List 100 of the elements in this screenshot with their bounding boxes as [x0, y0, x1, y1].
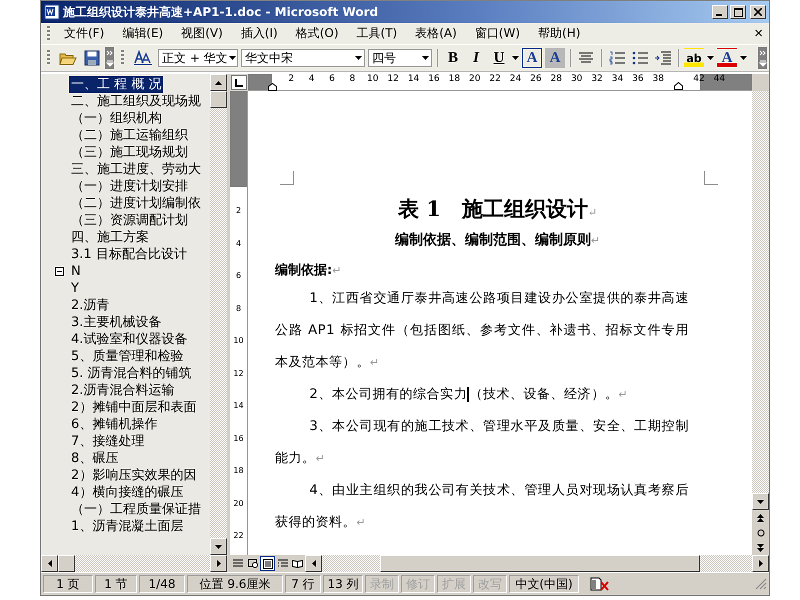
document-map-item[interactable]: 四、施工方案: [69, 229, 151, 246]
maximize-icon[interactable]: [734, 8, 742, 16]
right-arrow-icon[interactable]: [216, 560, 220, 567]
menu-grip[interactable]: [47, 26, 50, 42]
left-arrow-icon[interactable]: [48, 560, 52, 567]
right-arrow-icon[interactable]: [758, 560, 762, 567]
ruler-number: 4: [236, 238, 242, 250]
document-map-item[interactable]: 2.沥青: [69, 297, 112, 314]
center-align-icon[interactable]: [578, 51, 594, 65]
numbered-list-icon[interactable]: [609, 51, 625, 65]
menu-item[interactable]: 格式(O): [288, 25, 347, 42]
menu-item[interactable]: 文件(F): [56, 25, 112, 42]
bullet-list-icon[interactable]: [632, 51, 648, 65]
scroll-down-button[interactable]: [210, 538, 227, 555]
menu-item[interactable]: 窗口(W): [466, 25, 528, 42]
font-size-dropdown[interactable]: 四号: [368, 49, 432, 67]
document-map-item[interactable]: （三）资源调配计划: [69, 212, 190, 229]
document-map-item[interactable]: （一）进度计划安排: [69, 178, 190, 195]
scroll-up-button[interactable]: [210, 74, 227, 91]
underline-button[interactable]: U: [489, 48, 509, 68]
toolbar-options-button[interactable]: [105, 47, 114, 69]
ruler-number: 6: [328, 74, 336, 86]
paragraph-text: 2、本公司拥有的综合实力: [309, 387, 468, 402]
document-map-item[interactable]: 2）摊铺中面层和表面: [69, 399, 198, 416]
section-heading: 编制依据:↵: [275, 263, 342, 278]
dropdown-arrow-icon[interactable]: [512, 56, 519, 60]
scroll-left-button[interactable]: [41, 555, 58, 572]
menu-item[interactable]: 表格(A): [407, 25, 465, 42]
previous-page-button[interactable]: [752, 510, 769, 525]
close-icon[interactable]: [754, 8, 762, 16]
dropdown-arrow-icon[interactable]: [354, 56, 362, 60]
scroll-right-button[interactable]: [752, 555, 769, 572]
document-map-item[interactable]: （三）施工现场规划: [69, 144, 190, 161]
styles-icon[interactable]: [133, 50, 153, 66]
collapse-icon[interactable]: [55, 267, 64, 276]
close-document-button[interactable]: ×: [754, 25, 763, 42]
document-map-item[interactable]: （一）工程质量保证措: [69, 501, 203, 518]
menu-item[interactable]: 插入(I): [232, 25, 286, 42]
tab-stop-selector[interactable]: [231, 75, 247, 90]
resize-grip-icon[interactable]: [755, 578, 767, 590]
bold-button[interactable]: B: [443, 48, 463, 68]
toolbar-options-button[interactable]: [758, 47, 767, 69]
circle-icon[interactable]: [756, 528, 764, 536]
spelling-status-icon[interactable]: [589, 576, 611, 592]
scroll-down-button[interactable]: [752, 493, 769, 510]
document-map-item[interactable]: （二）进度计划编制依: [69, 195, 203, 212]
document-map-item[interactable]: 1、沥青混凝土面层: [69, 518, 186, 535]
document-map-item[interactable]: 二、施工组织及现场规: [69, 93, 203, 110]
toolbar-grip[interactable]: [47, 50, 50, 66]
document-map-item[interactable]: （一）组织机构: [69, 110, 164, 127]
document-map-item[interactable]: 三、施工进度、劳动大: [69, 161, 203, 178]
down-arrow-icon[interactable]: [215, 544, 222, 548]
next-page-button[interactable]: [752, 540, 769, 555]
document-map-item[interactable]: 4）横向接缝的碾压: [69, 484, 186, 501]
double-down-arrow-icon[interactable]: [757, 544, 764, 552]
left-tab-icon[interactable]: [235, 78, 243, 86]
document-map-item[interactable]: 3.1 目标配合比设计: [69, 246, 189, 263]
document-map-item[interactable]: 5. 沥青混合料的铺筑: [69, 365, 194, 382]
document-map-item[interactable]: 5、质量管理和检验: [69, 348, 186, 365]
document-map-item[interactable]: N: [69, 263, 83, 280]
menu-item[interactable]: 工具(T): [348, 25, 406, 42]
toolbar-grip[interactable]: [121, 50, 124, 66]
menu-item[interactable]: 视图(V): [173, 25, 231, 42]
document-map-item[interactable]: 2.沥青混合料运输: [69, 382, 176, 399]
up-arrow-icon[interactable]: [215, 80, 222, 84]
font-color-button[interactable]: A: [717, 48, 737, 68]
dropdown-arrow-icon[interactable]: [228, 56, 236, 60]
document-map-item[interactable]: 2）影响压实效果的因: [69, 467, 198, 484]
document-map-item[interactable]: 6、摊铺机操作: [69, 416, 160, 433]
style-dropdown[interactable]: 正文 + 华文: [158, 49, 238, 67]
left-arrow-icon[interactable]: [312, 560, 316, 567]
character-border-button[interactable]: A: [522, 48, 542, 68]
menu-item[interactable]: 帮助(H): [530, 25, 588, 42]
down-arrow-icon[interactable]: [757, 500, 764, 504]
dropdown-arrow-icon[interactable]: [740, 56, 747, 60]
document-map-item[interactable]: 7、接缝处理: [69, 433, 146, 450]
double-up-arrow-icon[interactable]: [757, 514, 764, 522]
document-map-item[interactable]: 4.试验室和仪器设备: [69, 331, 190, 348]
font-dropdown[interactable]: 华文中宋: [241, 49, 365, 67]
document-map-item[interactable]: 3.主要机械设备: [69, 314, 164, 331]
italic-button[interactable]: I: [466, 48, 486, 68]
save-icon[interactable]: [84, 50, 100, 66]
scroll-left-button[interactable]: [305, 555, 322, 572]
document-map-item[interactable]: 8、碾压: [69, 450, 120, 467]
close-button[interactable]: [750, 5, 766, 19]
minimize-button[interactable]: [712, 5, 728, 19]
indent-icon[interactable]: [655, 51, 671, 65]
scroll-right-button[interactable]: [210, 555, 227, 572]
document-map-item[interactable]: （二）施工运输组织: [69, 127, 190, 144]
ruler-number: 30: [570, 74, 584, 86]
highlight-button[interactable]: ab: [684, 48, 704, 68]
print-layout-view-icon[interactable]: [260, 556, 275, 571]
document-map-item[interactable]: Y: [69, 280, 81, 297]
maximize-button[interactable]: [730, 5, 746, 19]
menu-item[interactable]: 编辑(E): [114, 25, 172, 42]
character-shading-button[interactable]: A: [545, 48, 565, 68]
dropdown-arrow-icon[interactable]: [422, 56, 428, 60]
document-map-item[interactable]: 一、工 程 概 况: [69, 76, 164, 93]
web-view-icon[interactable]: [245, 556, 260, 571]
dropdown-arrow-icon[interactable]: [707, 56, 714, 60]
